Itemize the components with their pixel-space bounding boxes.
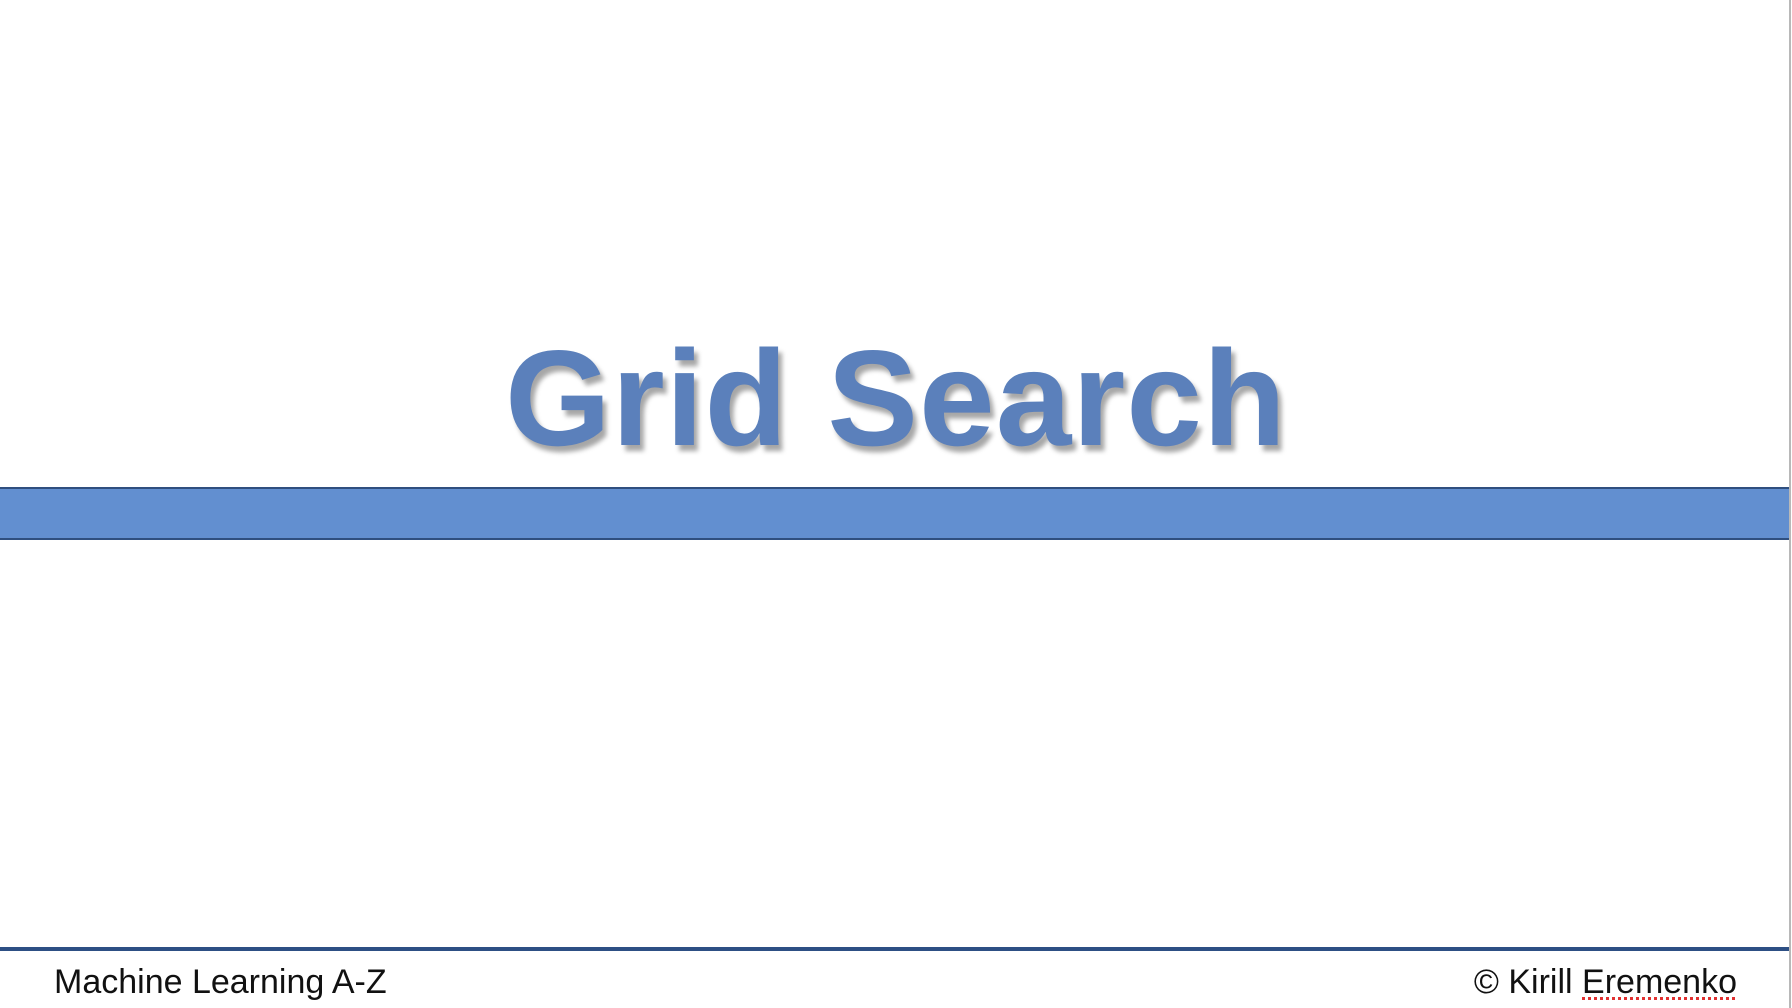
title-band: [0, 487, 1789, 540]
slide-edge: [1789, 0, 1791, 1008]
footer-course-name: Machine Learning A-Z: [54, 963, 387, 1001]
footer-divider: [0, 947, 1789, 951]
footer-copyright-prefix: © Kirill: [1473, 963, 1583, 1001]
slide: Grid Search Machine Learning A-Z © Kiril…: [0, 0, 1792, 1008]
slide-title: Grid Search: [505, 322, 1287, 474]
footer-copyright: © Kirill Eremenko: [1474, 961, 1737, 1003]
footer-author-surname: Eremenko: [1582, 963, 1737, 1001]
